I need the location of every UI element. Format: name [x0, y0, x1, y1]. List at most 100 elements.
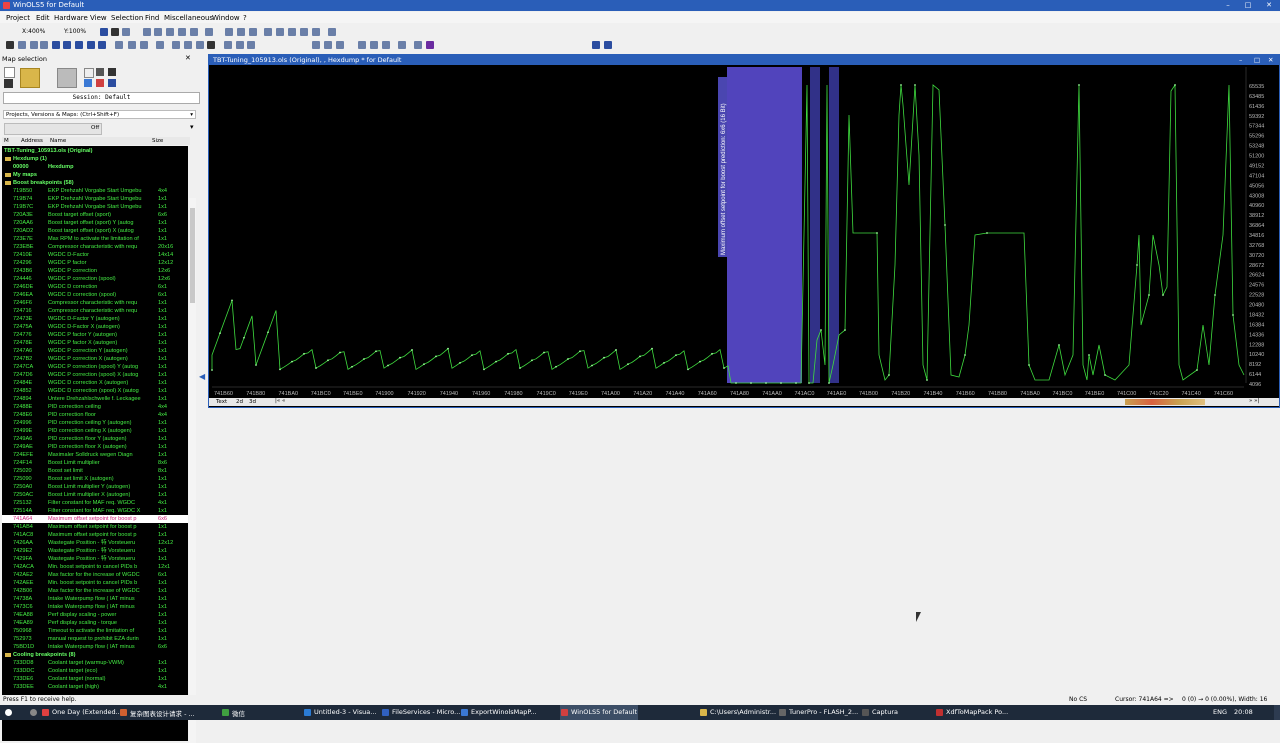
import-icon[interactable]: [18, 41, 26, 49]
show-desktop[interactable]: [1274, 705, 1280, 720]
undo-icon[interactable]: [205, 28, 213, 36]
tree-item[interactable]: 74EA88 Perf display scaling - power 1x1: [2, 611, 188, 619]
tree-item[interactable]: 733DD8 Coolant target (warmup-VWM) 1x1: [2, 659, 188, 667]
multiply-icon[interactable]: [288, 28, 296, 36]
align-right-icon[interactable]: [166, 28, 174, 36]
menu-window[interactable]: Window: [212, 14, 240, 22]
tree-item[interactable]: 742AE2 Max factor for the increase of WGD…: [2, 571, 188, 579]
task-item[interactable]: C:\Users\Administr...: [710, 708, 776, 716]
tool4-icon[interactable]: [398, 41, 406, 49]
hex-minimize-icon[interactable]: –: [1239, 55, 1242, 65]
tree-item[interactable]: 7247A6 WGDC P correction Y (autogen) 1x1: [2, 347, 188, 355]
minimize-icon[interactable]: –: [1218, 0, 1238, 11]
stop-icon[interactable]: [75, 41, 83, 49]
window2-icon[interactable]: [236, 41, 244, 49]
menu-project[interactable]: Project: [6, 14, 30, 22]
panel-tool4-icon[interactable]: [96, 79, 104, 87]
tree-item[interactable]: 72473E WGDC D-Factor Y (autogen) 1x1: [2, 315, 188, 323]
play-icon[interactable]: [207, 41, 215, 49]
panel-tool5-icon[interactable]: [108, 79, 116, 87]
col-m[interactable]: M: [4, 138, 9, 144]
tree-item[interactable]: 7246EA WGDC D correction (spool) 6x1: [2, 291, 188, 299]
prev-icon[interactable]: [63, 41, 71, 49]
panel-tool1-icon[interactable]: [84, 68, 94, 78]
tree-item[interactable]: 75BD1D Intake Waterpump flow ( IAT minus 6…: [2, 643, 188, 651]
tool6-icon[interactable]: [426, 41, 434, 49]
search-taskbar-icon[interactable]: [30, 709, 37, 716]
tree-item[interactable]: 723EBE Compressor characteristic with req…: [2, 243, 188, 251]
map-list-scrollbar[interactable]: [189, 198, 196, 743]
tree-item[interactable]: 7247D6 WGDC P correction (spool) X (autog…: [2, 371, 188, 379]
first-icon[interactable]: [52, 41, 60, 49]
selection-band-3[interactable]: [829, 67, 839, 383]
tree-item[interactable]: 74EA89 Perf display scaling - torque 1x1: [2, 619, 188, 627]
tree-item[interactable]: 742ACA Min. boost setpoint to cancel PIDs…: [2, 563, 188, 571]
tree-folder[interactable]: Cooling breakpoints (8): [2, 651, 188, 659]
task-item[interactable]: One Day (Extended...: [52, 708, 122, 716]
tab-2d[interactable]: 2d: [236, 399, 243, 405]
task-item[interactable]: XdfToMapPack Po...: [946, 708, 1008, 716]
window3-icon[interactable]: [247, 41, 255, 49]
tree-folder[interactable]: Hexdump (1): [2, 155, 188, 163]
scrollbar-thumb[interactable]: [190, 208, 195, 303]
last-icon[interactable]: [98, 41, 106, 49]
tree-item[interactable]: 7246DE WGDC D correction 6x1: [2, 283, 188, 291]
task-item[interactable]: 复杂图表设计请求 - ...: [130, 708, 195, 718]
tool2-icon[interactable]: [370, 41, 378, 49]
save-icon[interactable]: [4, 79, 13, 88]
find-map-icon[interactable]: [128, 41, 136, 49]
checksum-icon[interactable]: [115, 41, 123, 49]
task-item[interactable]: TunerPro - FLASH_2...: [789, 708, 858, 716]
tree-item[interactable]: 723E7E Max RPM to activate the limitation…: [2, 235, 188, 243]
task-item[interactable]: WinOLS5 for Default: [571, 708, 637, 716]
tree-folder[interactable]: My maps: [2, 171, 188, 179]
rows-icon[interactable]: [190, 28, 198, 36]
menu-edit[interactable]: Edit: [36, 14, 50, 22]
minus-icon[interactable]: [312, 28, 320, 36]
tree-item[interactable]: 7243B6 WGDC P correction 12x6: [2, 267, 188, 275]
panel-tool2-icon[interactable]: [96, 68, 104, 76]
diff-icon[interactable]: [237, 28, 245, 36]
open-folder-icon[interactable]: [20, 68, 40, 88]
tab-text[interactable]: Text: [216, 399, 227, 405]
equals-icon[interactable]: [328, 28, 336, 36]
next-icon[interactable]: [87, 41, 95, 49]
tree-item[interactable]: 741AC8 Maximum offset setpoint for boost …: [2, 531, 188, 539]
start-icon[interactable]: [5, 709, 12, 716]
menu-help[interactable]: ?: [243, 14, 247, 22]
tool3-icon[interactable]: [382, 41, 390, 49]
tree-item[interactable]: 74738A Intake Waterpump flow ( IAT minus 1…: [2, 595, 188, 603]
task-item[interactable]: 微信: [232, 708, 245, 718]
align-center-icon[interactable]: [154, 28, 162, 36]
tree-item[interactable]: 719B50 EKP Drehzahl Vorgabe Start Umgebu 4…: [2, 187, 188, 195]
tree-folder[interactable]: Boost breakpoints (58): [2, 179, 188, 187]
tree-item[interactable]: 7429E2 Wastegate Position - 特 Vorsteueru 1…: [2, 547, 188, 555]
hex-close-icon[interactable]: ✕: [1268, 55, 1273, 65]
filter-dropdown-icon[interactable]: ▾: [190, 123, 194, 131]
tree-item-selected[interactable]: 741A64 Maximum offset setpoint for boost …: [2, 515, 188, 523]
tree-item[interactable]: 7249AE PID correction floor X (autogen) 1x…: [2, 443, 188, 451]
tree-item[interactable]: 72499E PID correction ceiling X (autogen)…: [2, 427, 188, 435]
tree-item[interactable]: 7426AA Wastegate Position - 特 Vorsteueru 1…: [2, 539, 188, 547]
tree-item[interactable]: 733DE6 Coolant target (normal) 1x1: [2, 675, 188, 683]
tree-item[interactable]: 752973 manual request to prohibit EZA dur…: [2, 635, 188, 643]
panel-tool3-icon[interactable]: [84, 79, 92, 87]
delta-icon[interactable]: [276, 28, 284, 36]
tree-item-hexdump[interactable]: 00000 Hexdump: [2, 163, 188, 171]
print-icon[interactable]: [6, 41, 14, 49]
menu-miscellaneous[interactable]: Miscellaneous: [164, 14, 213, 22]
compare-icon[interactable]: [249, 28, 257, 36]
export-icon[interactable]: [30, 41, 38, 49]
task-item[interactable]: Captura: [872, 708, 898, 716]
view-hex-icon[interactable]: [100, 28, 108, 36]
tree-item[interactable]: 742B06 Max factor for the increase of WGD…: [2, 587, 188, 595]
tree-item[interactable]: 724852 WGDC D correction (spool) X (autog…: [2, 387, 188, 395]
zoom-x[interactable]: X:400%: [22, 28, 45, 35]
view-3d-icon[interactable]: [122, 28, 130, 36]
prev-map-icon[interactable]: [156, 41, 164, 49]
tree-item[interactable]: 7248E6 PID correction floor 4x4: [2, 411, 188, 419]
close-icon[interactable]: ✕: [1259, 0, 1279, 11]
search-icon[interactable]: [312, 41, 320, 49]
tool1-icon[interactable]: [358, 41, 366, 49]
menu-view[interactable]: View: [90, 14, 107, 22]
